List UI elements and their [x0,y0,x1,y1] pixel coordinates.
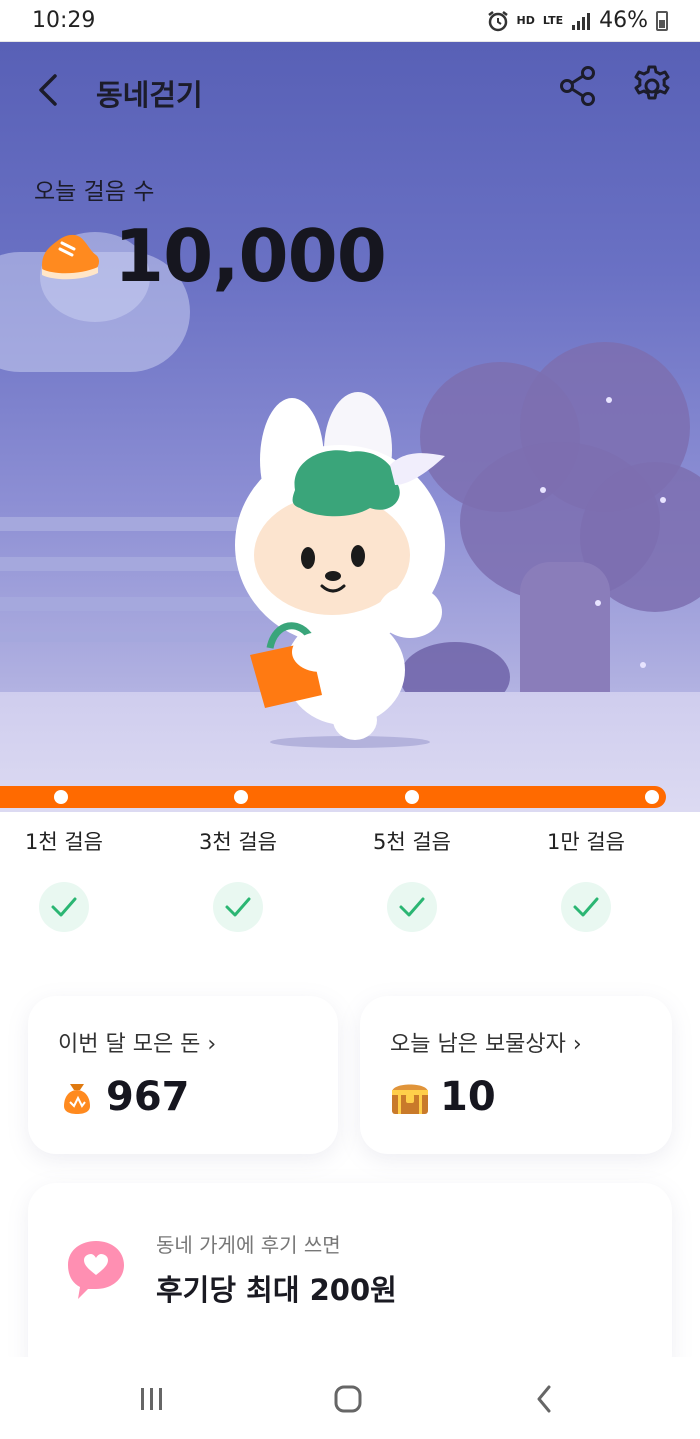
shoe-icon [42,234,99,280]
chevron-right-icon: › [207,1032,217,1057]
battery-percent: 46% [599,8,648,33]
share-button[interactable] [556,64,600,108]
check-icon [561,882,611,932]
star-decoration [606,397,612,403]
monthly-money-value: 967 [106,1074,190,1120]
steps-count: 10,000 [114,214,387,298]
battery-icon [656,10,668,31]
heart-speech-bubble-icon [68,1241,124,1299]
review-title: 후기당 최대 200원 [156,1273,397,1307]
gear-icon [634,65,670,100]
system-nav-bar [0,1357,700,1439]
milestone-5k: 5천 걸음 [342,826,482,932]
recent-apps-icon [141,1388,162,1410]
treasure-box-value: 10 [440,1074,496,1120]
tree-trunk-decoration [520,562,610,702]
monthly-money-value-row: 967 [56,1074,190,1120]
nav-back-button[interactable] [522,1377,566,1421]
treasure-box-value-row: 10 [388,1074,496,1120]
milestone-3k: 3천 걸음 [168,826,308,932]
money-bag-icon [64,1084,90,1114]
steps-row: 10,000 [34,214,387,298]
monthly-money-title: 이번 달 모은 돈 › [58,1032,217,1057]
status-time: 10:29 [32,8,96,33]
back-arrow-icon [39,74,57,106]
page-title: 동네걷기 [96,78,203,112]
home-icon [334,1385,362,1413]
milestone-1k: 1천 걸음 [0,826,134,932]
milestone-label: 1만 걸음 [547,830,625,854]
home-button[interactable] [326,1377,370,1421]
progress-dot [54,790,68,804]
star-decoration [595,600,601,606]
milestone-label: 1천 걸음 [25,830,103,854]
bench-decoration [0,557,260,571]
status-bar: 10:29 HD LTE 46% [0,0,700,42]
check-icon [387,882,437,932]
milestone-label: 5천 걸음 [373,830,451,854]
progress-dot [405,790,419,804]
check-icon [213,882,263,932]
network-hd-label: HD [516,13,535,27]
steps-label: 오늘 걸음 수 [34,179,155,205]
review-subtitle: 동네 가게에 후기 쓰면 [156,1233,341,1257]
chevron-right-icon: › [572,1032,582,1057]
review-reward-card[interactable]: 동네 가게에 후기 쓰면 후기당 최대 200원 [28,1183,672,1383]
milestone-10k: 1만 걸음 [516,826,656,932]
recent-apps-button[interactable] [130,1377,174,1421]
monthly-money-card[interactable]: 이번 달 모은 돈 › 967 [28,996,338,1154]
check-icon [39,882,89,932]
progress-dot [645,790,659,804]
status-indicators: HD LTE 46% [487,8,668,33]
bunny-mascot-illustration [235,392,445,748]
steps-progress-bar [0,786,666,808]
back-icon [537,1385,551,1413]
treasure-chest-icon [392,1084,428,1114]
star-decoration [640,662,646,668]
treasure-box-card[interactable]: 오늘 남은 보물상자 › 10 [360,996,672,1154]
share-icon [560,66,595,106]
treasure-box-title: 오늘 남은 보물상자 › [390,1032,582,1057]
star-decoration [660,497,666,503]
progress-dot [234,790,248,804]
milestone-label: 3천 걸음 [199,830,277,854]
signal-icon [572,12,591,30]
bench-decoration [0,517,250,531]
back-button[interactable] [28,70,68,110]
star-decoration [540,487,546,493]
settings-button[interactable] [630,64,674,108]
network-lte-label: LTE [542,13,564,27]
alarm-icon [487,10,508,31]
